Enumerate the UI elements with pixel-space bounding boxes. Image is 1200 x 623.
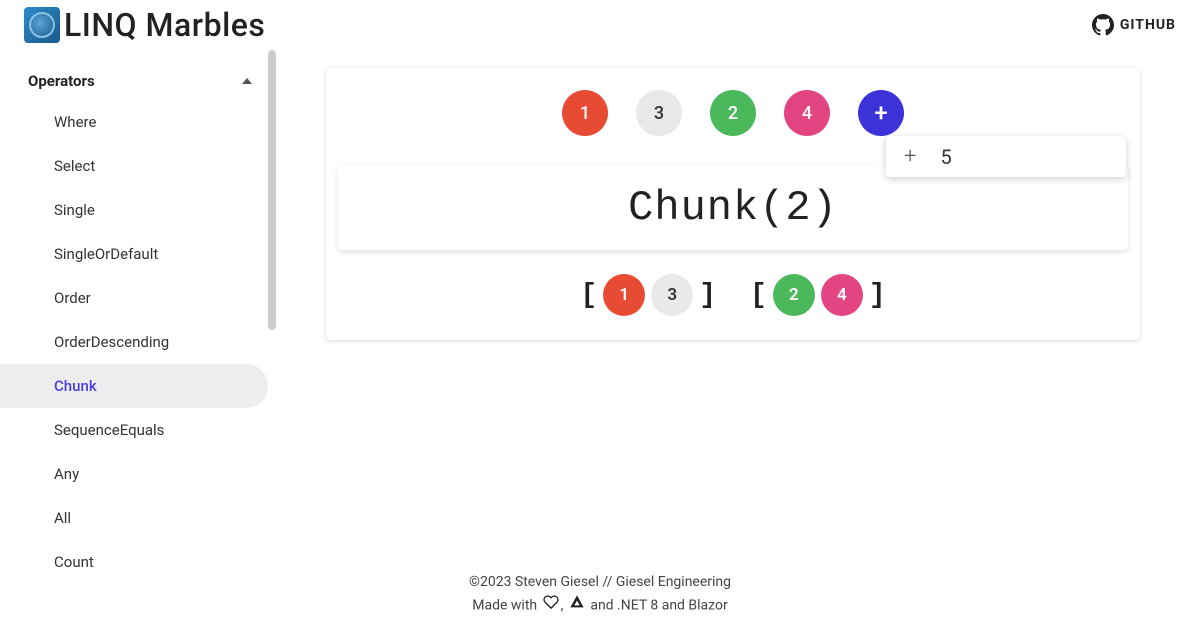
chevron-up-icon	[242, 78, 252, 84]
github-label: GITHUB	[1120, 17, 1176, 33]
sidebar-item-select[interactable]: Select	[0, 144, 280, 188]
logo-icon	[24, 7, 60, 43]
sidebar-item-where[interactable]: Where	[0, 100, 280, 144]
sidebar-item-all[interactable]: All	[0, 496, 280, 540]
output-chunk: [24]	[750, 274, 886, 316]
brand-title: LINQ Marbles	[64, 6, 265, 44]
marble-card: 1324+ + 5 Chunk(2) [13][24]	[326, 68, 1140, 340]
add-marble-button[interactable]: +	[858, 90, 904, 136]
footer: ©2023 Steven Giesel // Giesel Engineerin…	[0, 571, 1200, 617]
scrollbar[interactable]	[268, 50, 276, 330]
sidebar-item-singleordefault[interactable]: SingleOrDefault	[0, 232, 280, 276]
sidebar-item-single[interactable]: Single	[0, 188, 280, 232]
sidebar-item-chunk[interactable]: Chunk	[0, 364, 268, 408]
footer-copyright: ©2023 Steven Giesel // Giesel Engineerin…	[0, 571, 1200, 593]
blazor-icon	[569, 594, 585, 617]
sidebar-item-sequenceequals[interactable]: SequenceEquals	[0, 408, 280, 452]
section-title: Operators	[28, 72, 95, 90]
add-marble-tooltip[interactable]: + 5	[886, 136, 1126, 177]
sidebar: Operators WhereSelectSingleSingleOrDefau…	[0, 50, 280, 584]
output-marble: 3	[651, 274, 693, 316]
output-marble: 2	[773, 274, 815, 316]
output-chunk: [13]	[580, 274, 716, 316]
footer-made-with: Made with , and .NET 8 and Blazor	[0, 594, 1200, 617]
input-marble[interactable]: 1	[562, 90, 608, 136]
sidebar-item-any[interactable]: Any	[0, 452, 280, 496]
sidebar-item-order[interactable]: Order	[0, 276, 280, 320]
bracket-close: ]	[869, 280, 886, 311]
input-marble[interactable]: 4	[784, 90, 830, 136]
input-marble[interactable]: 2	[710, 90, 756, 136]
input-marble[interactable]: 3	[636, 90, 682, 136]
output-marble: 1	[603, 274, 645, 316]
bracket-open: [	[580, 280, 597, 311]
plus-icon: +	[904, 144, 916, 169]
output-row: [13][24]	[326, 250, 1140, 322]
operators-section-header[interactable]: Operators	[0, 62, 280, 100]
main-content: 1324+ + 5 Chunk(2) [13][24]	[280, 50, 1200, 584]
sidebar-item-orderdescending[interactable]: OrderDescending	[0, 320, 280, 364]
github-icon	[1092, 14, 1114, 36]
github-link[interactable]: GITHUB	[1092, 14, 1176, 36]
tooltip-value: 5	[940, 145, 951, 169]
expression-box: Chunk(2)	[338, 166, 1128, 250]
brand[interactable]: LINQ Marbles	[24, 6, 265, 44]
bracket-close: ]	[699, 280, 716, 311]
bracket-open: [	[750, 280, 767, 311]
heart-icon	[543, 594, 559, 617]
output-marble: 4	[821, 274, 863, 316]
